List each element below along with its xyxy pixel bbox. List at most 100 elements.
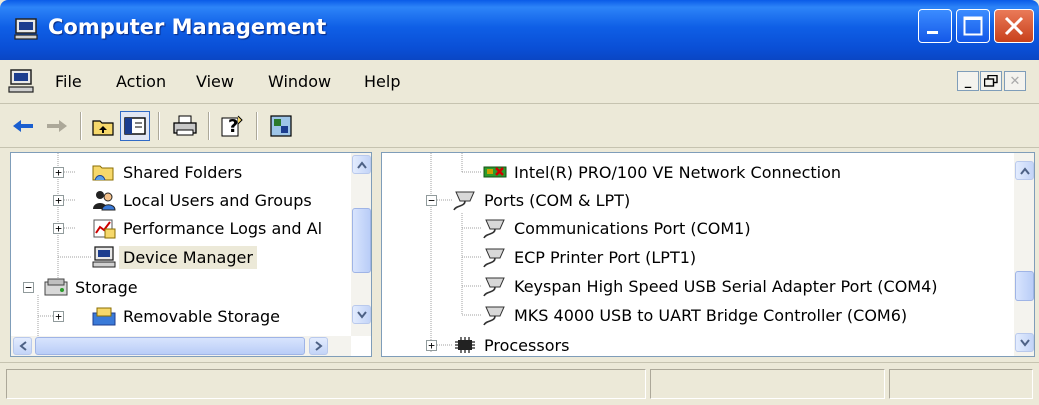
close-icon bbox=[1004, 16, 1024, 36]
port-icon bbox=[483, 248, 505, 268]
tree-item-label: Keyspan High Speed USB Serial Adapter Po… bbox=[514, 276, 938, 296]
up-one-level-button[interactable] bbox=[88, 111, 118, 141]
chevron-down-icon bbox=[1019, 338, 1030, 347]
title-bar[interactable]: Computer Management bbox=[0, 0, 1039, 60]
tree-item-label: Processors bbox=[484, 335, 570, 355]
expand-shared-folders[interactable]: + bbox=[53, 167, 64, 178]
menu-file[interactable]: File bbox=[55, 72, 82, 91]
tree-item-com4[interactable]: Keyspan High Speed USB Serial Adapter Po… bbox=[482, 272, 938, 300]
help-button[interactable]: ? bbox=[218, 111, 248, 141]
performance-logs-icon bbox=[93, 219, 116, 239]
minimize-icon bbox=[927, 31, 938, 34]
processor-icon bbox=[455, 337, 475, 353]
status-panel-right bbox=[889, 369, 1033, 399]
tree-item-label: Ports (COM & LPT) bbox=[484, 190, 631, 210]
tree-item-storage[interactable]: Storage bbox=[43, 273, 138, 301]
mdi-restore-button[interactable] bbox=[980, 71, 1002, 91]
toolbar-separator bbox=[208, 112, 210, 140]
svg-text:?: ? bbox=[228, 116, 238, 137]
print-icon bbox=[173, 115, 197, 136]
storage-icon bbox=[44, 278, 68, 296]
tree-item-performance-logs[interactable]: Performance Logs and Al bbox=[91, 214, 322, 242]
back-button[interactable] bbox=[8, 111, 38, 141]
mdi-close-button[interactable]: ✕ bbox=[1004, 71, 1026, 91]
maximize-icon bbox=[963, 16, 983, 36]
tree-item-shared-folders[interactable]: Shared Folders bbox=[91, 158, 242, 186]
left-vertical-scrollbar[interactable] bbox=[351, 153, 371, 336]
tree-item-label: ECP Printer Port (LPT1) bbox=[514, 247, 697, 267]
tree-item-label: Shared Folders bbox=[123, 162, 243, 182]
show-hide-console-tree-icon bbox=[124, 117, 146, 135]
close-button[interactable] bbox=[994, 9, 1034, 43]
mdi-minimize-button[interactable]: _ bbox=[957, 71, 979, 91]
collapse-ports[interactable]: − bbox=[426, 195, 437, 206]
chevron-right-icon bbox=[314, 341, 323, 351]
expand-performance-logs[interactable]: + bbox=[53, 223, 64, 234]
tree-item-lpt1[interactable]: ECP Printer Port (LPT1) bbox=[482, 243, 696, 271]
maximize-button[interactable] bbox=[956, 9, 990, 43]
chevron-up-icon bbox=[1019, 166, 1030, 175]
properties-button[interactable] bbox=[266, 111, 296, 141]
menu-bar: File Action View Window Help _ ✕ bbox=[0, 60, 1039, 104]
back-arrow-icon bbox=[13, 120, 33, 132]
minimize-button[interactable] bbox=[918, 9, 952, 43]
tree-item-com6[interactable]: MKS 4000 USB to UART Bridge Controller (… bbox=[482, 301, 907, 329]
tree-item-intel-network[interactable]: Intel(R) PRO/100 VE Network Connection bbox=[482, 158, 841, 186]
scroll-left-button[interactable] bbox=[13, 337, 32, 355]
scroll-down-button[interactable] bbox=[1015, 333, 1034, 352]
device-manager-icon bbox=[92, 246, 116, 268]
tree-item-label: Communications Port (COM1) bbox=[514, 218, 751, 238]
computer-icon[interactable] bbox=[8, 69, 34, 93]
right-vertical-scrollbar[interactable] bbox=[1014, 153, 1034, 356]
forward-arrow-icon bbox=[47, 120, 67, 132]
help-icon: ? bbox=[221, 115, 243, 137]
toolbar: ? bbox=[0, 104, 1039, 148]
scroll-right-button[interactable] bbox=[309, 337, 328, 355]
toolbar-separator bbox=[256, 112, 258, 140]
scroll-down-button[interactable] bbox=[352, 305, 371, 324]
removable-storage-icon bbox=[92, 307, 116, 326]
chevron-up-icon bbox=[356, 160, 367, 169]
restore-icon bbox=[984, 75, 998, 87]
left-horizontal-scrollbar[interactable] bbox=[11, 336, 351, 356]
scroll-thumb[interactable] bbox=[1015, 271, 1034, 301]
tree-item-label: MKS 4000 USB to UART Bridge Controller (… bbox=[514, 305, 908, 325]
scroll-thumb[interactable] bbox=[352, 208, 371, 273]
menu-view[interactable]: View bbox=[196, 72, 234, 91]
device-tree-pane[interactable]: Intel(R) PRO/100 VE Network Connection −… bbox=[381, 152, 1035, 357]
tree-item-removable-storage[interactable]: Removable Storage bbox=[91, 302, 280, 330]
tree-item-com1[interactable]: Communications Port (COM1) bbox=[482, 214, 751, 242]
tree-item-label: Intel(R) PRO/100 VE Network Connection bbox=[514, 162, 842, 182]
toolbar-separator bbox=[158, 112, 160, 140]
tree-item-device-manager[interactable]: Device Manager bbox=[91, 243, 257, 271]
scroll-up-button[interactable] bbox=[352, 155, 371, 174]
collapse-storage[interactable]: − bbox=[23, 282, 34, 293]
port-icon bbox=[483, 306, 505, 326]
tree-item-label: Storage bbox=[75, 277, 138, 297]
window-title: Computer Management bbox=[48, 15, 327, 39]
console-tree-pane[interactable]: + Shared Folders + Local Users and Group… bbox=[10, 152, 372, 357]
computer-management-icon bbox=[14, 18, 38, 40]
port-icon bbox=[483, 219, 505, 239]
menu-action[interactable]: Action bbox=[116, 72, 166, 91]
close-icon: ✕ bbox=[1009, 73, 1021, 89]
tree-item-local-users[interactable]: Local Users and Groups bbox=[91, 186, 312, 214]
scroll-up-button[interactable] bbox=[1015, 161, 1034, 180]
port-icon bbox=[453, 191, 475, 211]
status-bar bbox=[0, 362, 1039, 405]
expand-removable-storage[interactable]: + bbox=[53, 311, 64, 322]
print-button[interactable] bbox=[170, 111, 200, 141]
properties-icon bbox=[270, 115, 292, 137]
tree-item-processors[interactable]: Processors bbox=[452, 331, 570, 356]
users-icon bbox=[93, 191, 116, 211]
expand-processors[interactable]: + bbox=[426, 340, 437, 351]
expand-local-users[interactable]: + bbox=[53, 195, 64, 206]
menu-help[interactable]: Help bbox=[364, 72, 400, 91]
show-hide-tree-button[interactable] bbox=[120, 111, 150, 141]
menu-window[interactable]: Window bbox=[268, 72, 331, 91]
forward-button[interactable] bbox=[42, 111, 72, 141]
status-panel-middle bbox=[650, 369, 885, 399]
tree-item-ports[interactable]: Ports (COM & LPT) bbox=[452, 186, 630, 214]
port-icon bbox=[483, 277, 505, 297]
scroll-thumb[interactable] bbox=[35, 337, 305, 355]
